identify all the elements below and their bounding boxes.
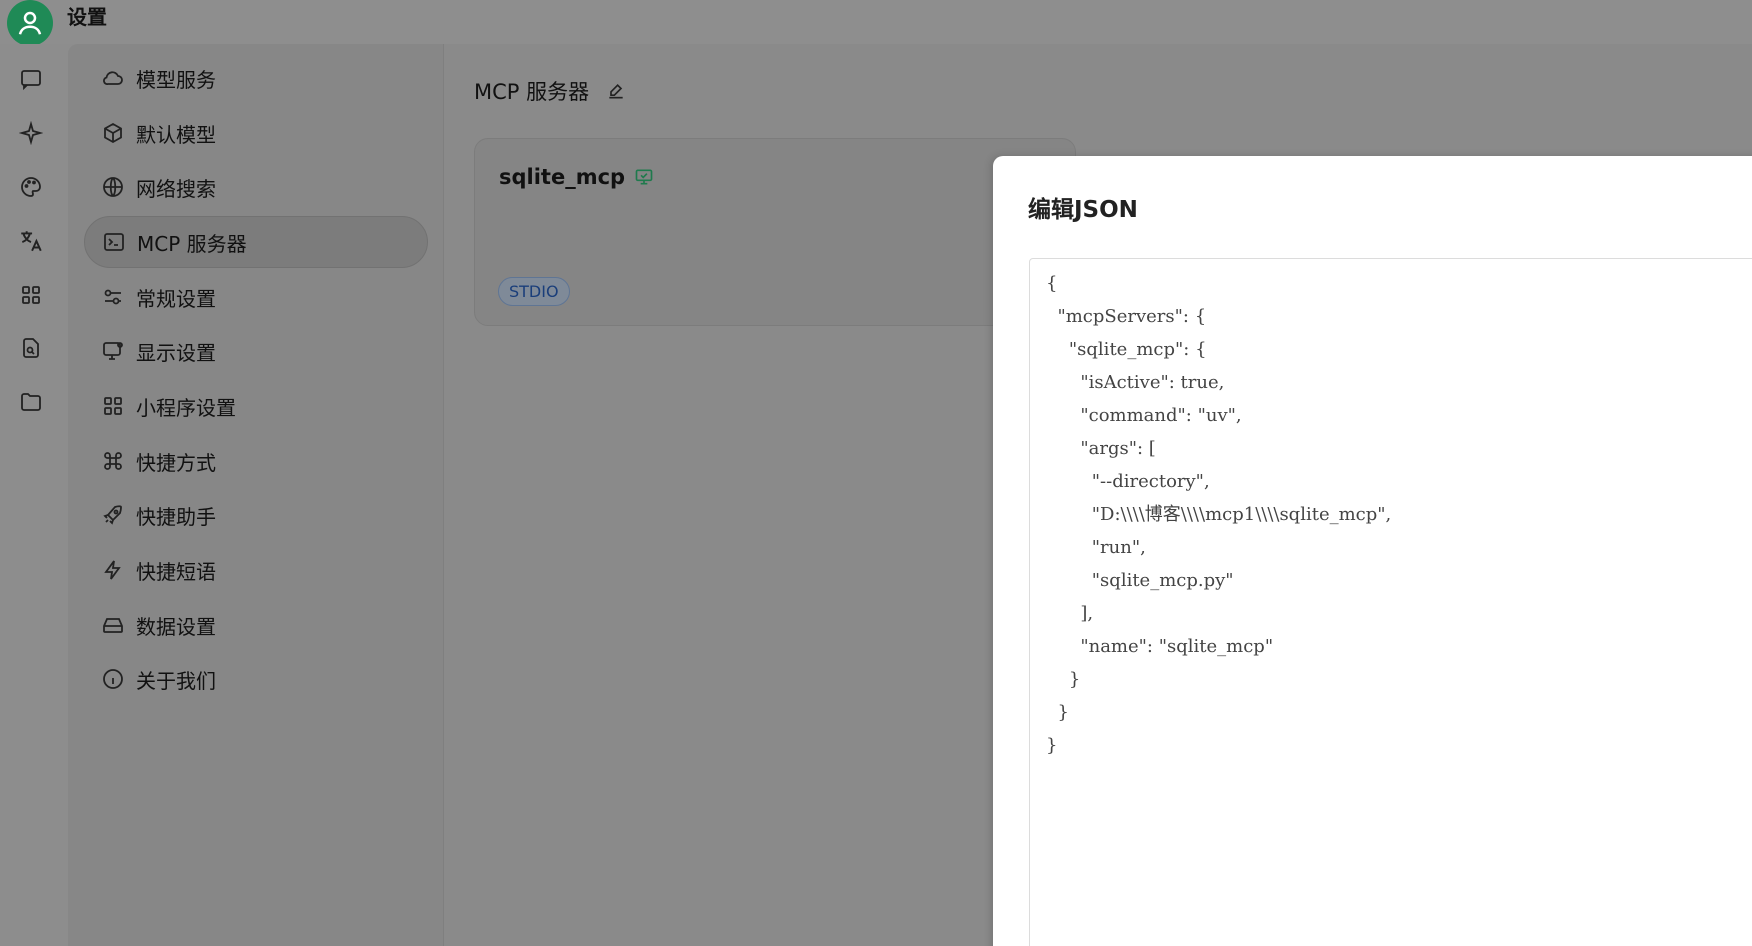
server-name: sqlite_mcp xyxy=(499,165,655,189)
nav-item-data-settings[interactable]: 数据设置 xyxy=(84,599,428,651)
nav-item-mcp-servers[interactable]: MCP 服务器 xyxy=(84,216,428,268)
command-icon xyxy=(100,448,126,474)
avatar[interactable] xyxy=(7,0,53,46)
apps-icon xyxy=(100,393,126,419)
edit-icon[interactable] xyxy=(605,80,627,102)
transport-tag: STDIO xyxy=(498,277,570,306)
nav-item-quick-assistant[interactable]: 快捷助手 xyxy=(84,489,428,541)
edit-json-modal: 编辑JSON { "mcpServers": { "sqlite_mcp": {… xyxy=(993,156,1752,946)
rocket-icon xyxy=(100,502,126,528)
nav-item-general-settings[interactable]: 常规设置 xyxy=(84,271,428,323)
nav-item-label: 数据设置 xyxy=(136,614,216,639)
nav-item-label: 网络搜索 xyxy=(136,176,216,201)
nav-item-display-settings[interactable]: 显示设置 xyxy=(84,325,428,377)
nav-item-about-us[interactable]: 关于我们 xyxy=(84,653,428,705)
translate-icon[interactable] xyxy=(17,227,45,255)
modal-title: 编辑JSON xyxy=(1028,197,1138,223)
nav-item-label: 快捷短语 xyxy=(136,559,216,584)
info-icon xyxy=(100,666,126,692)
user-icon xyxy=(18,11,42,35)
settings-nav: 模型服务 默认模型 网络搜索 MCP 服务器 常规设置 显示设置 小程序设置 快… xyxy=(68,44,444,946)
folder-icon[interactable] xyxy=(17,388,45,416)
monitor-check-icon xyxy=(633,166,655,188)
nav-item-label: 默认模型 xyxy=(136,122,216,147)
nav-item-label: 显示设置 xyxy=(136,340,216,365)
apps-icon[interactable] xyxy=(17,281,45,309)
nav-item-label: 小程序设置 xyxy=(136,395,236,420)
nav-item-miniapp-settings[interactable]: 小程序设置 xyxy=(84,380,428,432)
page-title-text: MCP 服务器 xyxy=(474,80,590,104)
page-title: MCP 服务器 xyxy=(474,76,627,106)
nav-item-model-service[interactable]: 模型服务 xyxy=(84,52,428,104)
nav-item-label: 快捷助手 xyxy=(136,504,216,529)
cloud-icon xyxy=(100,65,126,91)
app-window: 设置 模型服务 默认模型 网络搜索 MCP 服务器 常规设置 显示设置 小程序设… xyxy=(0,0,1752,946)
hard-drive-icon xyxy=(100,612,126,638)
nav-item-label: 快捷方式 xyxy=(136,450,216,475)
sliders-icon xyxy=(100,284,126,310)
nav-item-label: MCP 服务器 xyxy=(137,231,247,256)
cube-icon xyxy=(100,120,126,146)
nav-item-shortcuts[interactable]: 快捷方式 xyxy=(84,435,428,487)
lightning-icon xyxy=(100,557,126,583)
app-title: 设置 xyxy=(67,5,107,29)
nav-item-label: 模型服务 xyxy=(136,67,216,92)
title-bar: 设置 xyxy=(0,0,1752,46)
json-editor[interactable]: { "mcpServers": { "sqlite_mcp": { "isAct… xyxy=(1029,258,1752,946)
globe-icon xyxy=(100,174,126,200)
chat-icon[interactable] xyxy=(17,65,45,93)
icon-rail xyxy=(0,44,68,946)
nav-item-quick-phrases[interactable]: 快捷短语 xyxy=(84,544,428,596)
sparkle-icon[interactable] xyxy=(17,119,45,147)
nav-item-label: 关于我们 xyxy=(136,668,216,693)
document-search-icon[interactable] xyxy=(17,334,45,362)
json-editor-text[interactable]: { "mcpServers": { "sqlite_mcp": { "isAct… xyxy=(1030,267,1391,762)
terminal-icon xyxy=(101,229,127,255)
nav-item-default-model[interactable]: 默认模型 xyxy=(84,107,428,159)
server-name-text: sqlite_mcp xyxy=(499,165,626,189)
nav-item-label: 常规设置 xyxy=(136,286,216,311)
monitor-gear-icon xyxy=(100,338,126,364)
nav-item-web-search[interactable]: 网络搜索 xyxy=(84,161,428,213)
palette-icon[interactable] xyxy=(17,173,45,201)
server-card[interactable]: sqlite_mcp STDIO xyxy=(474,138,1076,326)
